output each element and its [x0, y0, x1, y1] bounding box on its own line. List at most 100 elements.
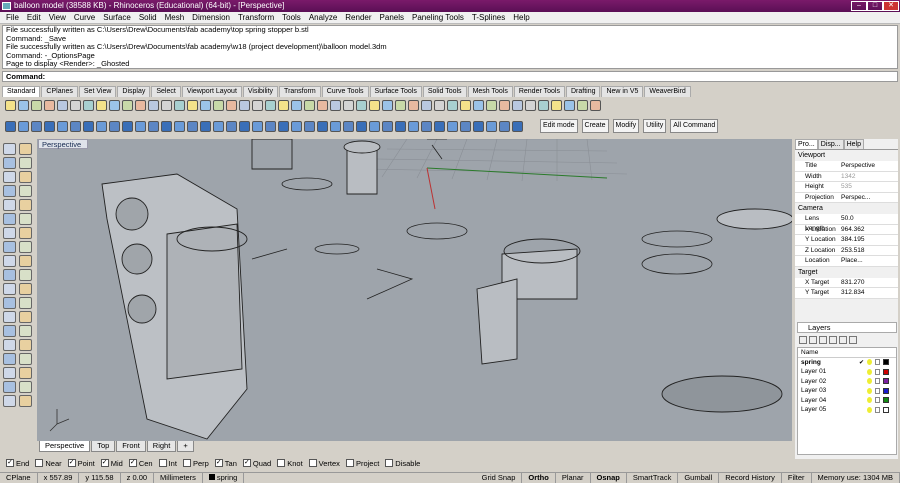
- tool-icon[interactable]: [3, 339, 16, 351]
- toolbar-icon[interactable]: [239, 99, 250, 111]
- layer-color-swatch[interactable]: [883, 368, 889, 375]
- toolbar-icon[interactable]: [83, 99, 94, 111]
- toolbar-tab-new-in-v5[interactable]: New in V5: [601, 86, 644, 97]
- toolbar-tab-display[interactable]: Display: [117, 86, 151, 97]
- visibility-bulb-icon[interactable]: [867, 368, 872, 375]
- tool-icon[interactable]: [19, 395, 32, 407]
- tsplines-icon[interactable]: [200, 120, 211, 132]
- menu-item-analyze[interactable]: Analyze: [305, 12, 341, 23]
- toolbar-icon[interactable]: [499, 99, 510, 111]
- toolbar-icon[interactable]: [408, 99, 419, 111]
- menu-item-view[interactable]: View: [45, 12, 70, 23]
- property-value[interactable]: Place...: [839, 256, 898, 266]
- osnap-disable[interactable]: Disable: [385, 459, 420, 468]
- perspective-viewport[interactable]: [37, 139, 792, 441]
- osnap-checkbox[interactable]: [345, 459, 354, 467]
- view-tab-right[interactable]: Right: [146, 441, 177, 452]
- menu-item-panels[interactable]: Panels: [376, 12, 408, 23]
- toolbar-icon[interactable]: [577, 99, 588, 111]
- menu-item-paneling-tools[interactable]: Paneling Tools: [408, 12, 468, 23]
- tsplines-icon[interactable]: [304, 120, 315, 132]
- tsplines-icon[interactable]: [512, 120, 523, 132]
- tsplines-icon[interactable]: [148, 120, 159, 132]
- lock-icon[interactable]: [875, 397, 880, 404]
- tsplines-icon[interactable]: [252, 120, 263, 132]
- tsplines-icon[interactable]: [499, 120, 510, 132]
- toolbar-icon[interactable]: [486, 99, 497, 111]
- toolbar-icon[interactable]: [252, 99, 263, 111]
- planar-toggle[interactable]: Planar: [556, 473, 591, 483]
- tsplines-icon[interactable]: [187, 120, 198, 132]
- filter-icon[interactable]: [849, 336, 857, 344]
- tsplines-icon[interactable]: [291, 120, 302, 132]
- hinge-part[interactable]: [101, 173, 248, 440]
- osnap-end[interactable]: ✓ End: [6, 459, 29, 468]
- toolbar-icon[interactable]: [213, 99, 224, 111]
- tool-icon[interactable]: [3, 241, 16, 253]
- property-value[interactable]: 1342: [839, 172, 898, 182]
- tsplines-icon[interactable]: [70, 120, 81, 132]
- lock-icon[interactable]: [875, 368, 880, 375]
- toolbar-icon[interactable]: [525, 99, 536, 111]
- tool-icon[interactable]: [19, 213, 32, 225]
- cplane-label[interactable]: CPlane: [0, 473, 38, 483]
- osnap-checkbox[interactable]: ✓: [214, 459, 223, 467]
- toolbar-icon[interactable]: [31, 99, 42, 111]
- smarttrack-toggle[interactable]: SmartTrack: [627, 473, 679, 483]
- toolbar-tab-cplanes[interactable]: CPlanes: [41, 86, 78, 97]
- osnap-checkbox[interactable]: ✓: [242, 459, 251, 467]
- tsplines-icon[interactable]: [408, 120, 419, 132]
- property-row[interactable]: Title Perspective: [795, 161, 898, 172]
- gumball-toggle[interactable]: Gumball: [678, 473, 720, 483]
- toolbar-icon[interactable]: [538, 99, 549, 111]
- toolbar-icon[interactable]: [590, 99, 601, 111]
- toolbar-icon[interactable]: [512, 99, 523, 111]
- tool-icon[interactable]: [3, 367, 16, 379]
- toolbar-icon[interactable]: [5, 99, 16, 111]
- tool-icon[interactable]: [3, 269, 16, 281]
- tsplines-icon[interactable]: [174, 120, 185, 132]
- toolbar-icon[interactable]: [551, 99, 562, 111]
- tool-icon[interactable]: [19, 255, 32, 267]
- tsplines-icon[interactable]: [382, 120, 393, 132]
- layer-name[interactable]: spring: [801, 359, 859, 366]
- tsplines-icon[interactable]: [421, 120, 432, 132]
- tool-icon[interactable]: [19, 227, 32, 239]
- tool-icon[interactable]: [3, 157, 16, 169]
- visibility-bulb-icon[interactable]: [867, 387, 872, 394]
- toolbar-icon[interactable]: [564, 99, 575, 111]
- layer-row[interactable]: Layer 04: [798, 396, 896, 406]
- toolbar-icon[interactable]: [356, 99, 367, 111]
- menu-item-solid[interactable]: Solid: [135, 12, 161, 23]
- toolbar-icon[interactable]: [174, 99, 185, 111]
- tsplines-icon[interactable]: [343, 120, 354, 132]
- view-tab-front[interactable]: Front: [116, 441, 146, 452]
- toolbar-icon[interactable]: [304, 99, 315, 111]
- layer-row[interactable]: Layer 05: [798, 405, 896, 415]
- property-row[interactable]: Height 535: [795, 182, 898, 193]
- tool-icon[interactable]: [19, 185, 32, 197]
- tool-icon[interactable]: [19, 367, 32, 379]
- toolbar-tab-render-tools[interactable]: Render Tools: [513, 86, 565, 97]
- osnap-checkbox[interactable]: ✓: [100, 459, 109, 467]
- tool-icon[interactable]: [19, 269, 32, 281]
- tool-icon[interactable]: [19, 339, 32, 351]
- toolbar-icon[interactable]: [447, 99, 458, 111]
- property-value[interactable]: 535: [839, 182, 898, 192]
- toolbar-icon[interactable]: [473, 99, 484, 111]
- property-value[interactable]: 253.518: [839, 246, 898, 256]
- toolbar-icon[interactable]: [70, 99, 81, 111]
- osnap-mid[interactable]: ✓ Mid: [100, 459, 123, 468]
- toolbar-icon[interactable]: [421, 99, 432, 111]
- visibility-bulb-icon[interactable]: [867, 397, 872, 404]
- tsplines-icon[interactable]: [460, 120, 471, 132]
- tool-icon[interactable]: [19, 381, 32, 393]
- layers-panel-title[interactable]: Layers: [797, 322, 897, 333]
- tsplines-icon[interactable]: [356, 120, 367, 132]
- toolbar-icon[interactable]: [343, 99, 354, 111]
- layer-name[interactable]: Layer 02: [801, 378, 859, 385]
- toolbar-icon[interactable]: [330, 99, 341, 111]
- toolbar-icon[interactable]: [96, 99, 107, 111]
- layer-row[interactable]: Layer 03: [798, 386, 896, 396]
- property-row[interactable]: X Target 831.270: [795, 277, 898, 288]
